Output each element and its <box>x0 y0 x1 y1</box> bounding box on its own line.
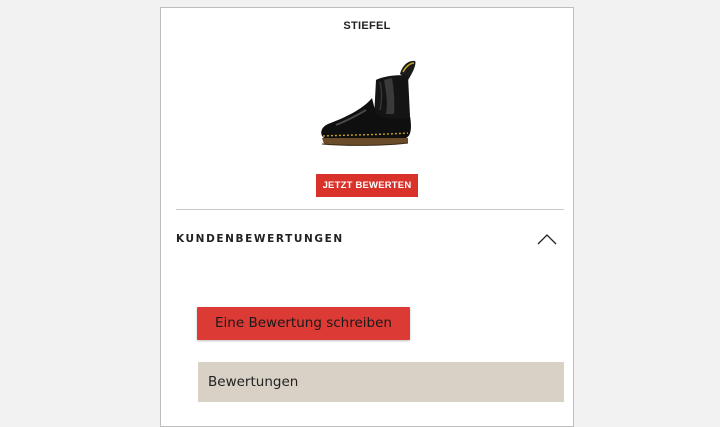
write-review-button[interactable]: Eine Bewertung schreiben <box>197 307 410 340</box>
reviews-section-header[interactable]: KUNDENBEWERTUNGEN <box>176 224 564 254</box>
section-divider <box>176 209 564 210</box>
product-review-panel: STIEFEL JETZT BEWERTEN KUNDENBEWERTUNGEN <box>160 7 574 427</box>
reviews-tab[interactable]: Bewertungen <box>198 362 564 402</box>
chevron-up-icon[interactable] <box>536 232 558 246</box>
rate-now-button[interactable]: JETZT BEWERTEN <box>316 174 418 197</box>
product-title: STIEFEL <box>343 20 391 32</box>
reviews-section-title: KUNDENBEWERTUNGEN <box>176 233 344 245</box>
reviews-tab-label: Bewertungen <box>208 374 299 390</box>
chelsea-boot-image <box>314 58 424 148</box>
